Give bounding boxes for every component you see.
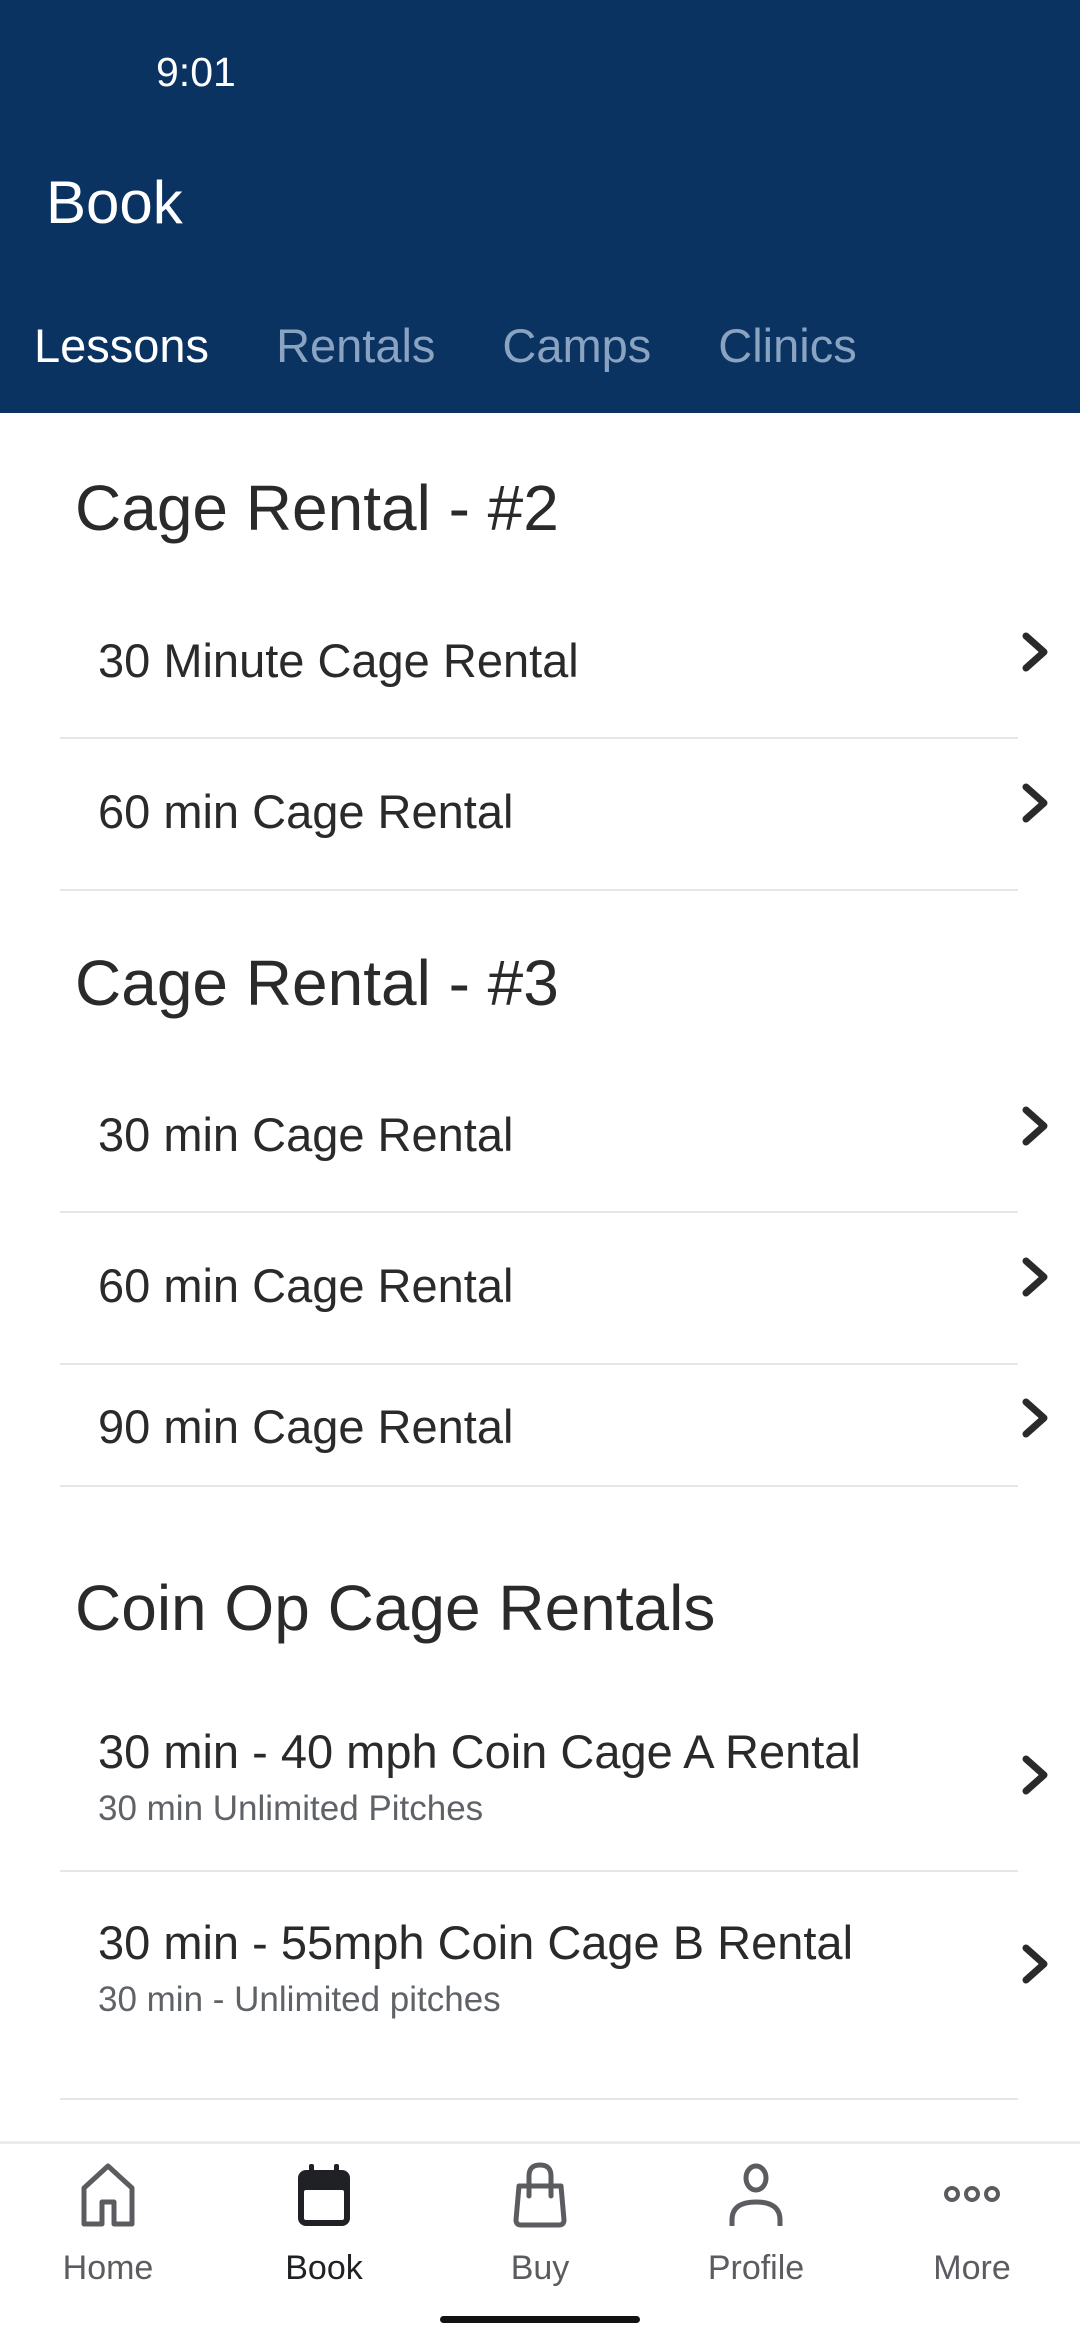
item-title: 60 min Cage Rental [98, 785, 514, 838]
list-item[interactable]: 30 Minute Cage Rental [60, 586, 1048, 739]
list-item[interactable]: 30 min - 55mph Coin Cage B Rental 30 min… [60, 1872, 1048, 2100]
nav-item-more[interactable]: More [864, 2162, 1080, 2302]
nav-item-book[interactable]: Book [216, 2162, 432, 2302]
calendar-icon [298, 2164, 350, 2226]
tab-clinics[interactable]: Clinics [718, 316, 856, 376]
category-tabs: Lessons Rentals Camps Clinics [34, 316, 857, 376]
page-title: Book [46, 169, 183, 236]
shopping-bag-icon [513, 2162, 567, 2228]
item-subtitle: 30 min Unlimited Pitches [98, 1789, 484, 1828]
chevron-right-icon [1022, 783, 1048, 823]
more-dots-icon [944, 2186, 1000, 2202]
nav-label: More [933, 2249, 1011, 2287]
section-heading: Cage Rental - #3 [75, 947, 559, 1019]
chevron-right-icon [1022, 632, 1048, 672]
list-item[interactable]: 60 min Cage Rental [60, 1213, 1048, 1365]
status-bar-time: 9:01 [156, 49, 236, 95]
item-title: 90 min Cage Rental [98, 1400, 514, 1453]
divider [60, 889, 1018, 891]
list-item[interactable]: 60 min Cage Rental [60, 739, 1048, 891]
tab-rentals[interactable]: Rentals [276, 316, 435, 376]
divider [60, 1485, 1018, 1487]
tab-camps[interactable]: Camps [502, 316, 651, 376]
chevron-right-icon [1022, 1755, 1048, 1795]
chevron-right-icon [1022, 1944, 1048, 1984]
nav-label: Home [62, 2249, 154, 2287]
nav-label: Profile [707, 2249, 805, 2287]
booking-list[interactable]: Cage Rental - #2 30 Minute Cage Rental 6… [0, 413, 1080, 2141]
person-icon [729, 2163, 783, 2226]
list-item[interactable]: 30 min Cage Rental [60, 1061, 1048, 1213]
chevron-right-icon [1022, 1106, 1048, 1146]
section-heading: Cage Rental - #2 [75, 472, 559, 544]
list-item[interactable]: 30 min - 40 mph Coin Cage A Rental 30 mi… [60, 1688, 1048, 1872]
section-heading: Coin Op Cage Rentals [75, 1572, 716, 1644]
nav-label: Buy [510, 2249, 570, 2287]
item-title: 30 min Cage Rental [98, 1108, 514, 1161]
nav-item-home[interactable]: Home [0, 2162, 216, 2302]
nav-label: Book [285, 2249, 363, 2287]
item-title: 30 min - 40 mph Coin Cage A Rental [98, 1725, 861, 1778]
nav-item-buy[interactable]: Buy [432, 2162, 648, 2302]
chevron-right-icon [1022, 1398, 1048, 1438]
item-title: 60 min Cage Rental [98, 1259, 514, 1312]
app-header: 9:01 Book Lessons Rentals Camps Clinics [0, 0, 1080, 413]
chevron-right-icon [1022, 1257, 1048, 1297]
nav-item-profile[interactable]: Profile [648, 2162, 864, 2302]
bottom-nav: Home Book Buy Profile More [0, 2141, 1080, 2340]
home-indicator[interactable] [440, 2316, 640, 2323]
item-title: 30 Minute Cage Rental [98, 634, 579, 687]
home-icon [81, 2163, 135, 2227]
item-subtitle: 30 min - Unlimited pitches [98, 1980, 501, 2019]
list-item[interactable]: 90 min Cage Rental [60, 1365, 1048, 1487]
divider [60, 2098, 1018, 2100]
item-title: 30 min - 55mph Coin Cage B Rental [98, 1916, 854, 1969]
tab-lessons[interactable]: Lessons [34, 316, 209, 376]
